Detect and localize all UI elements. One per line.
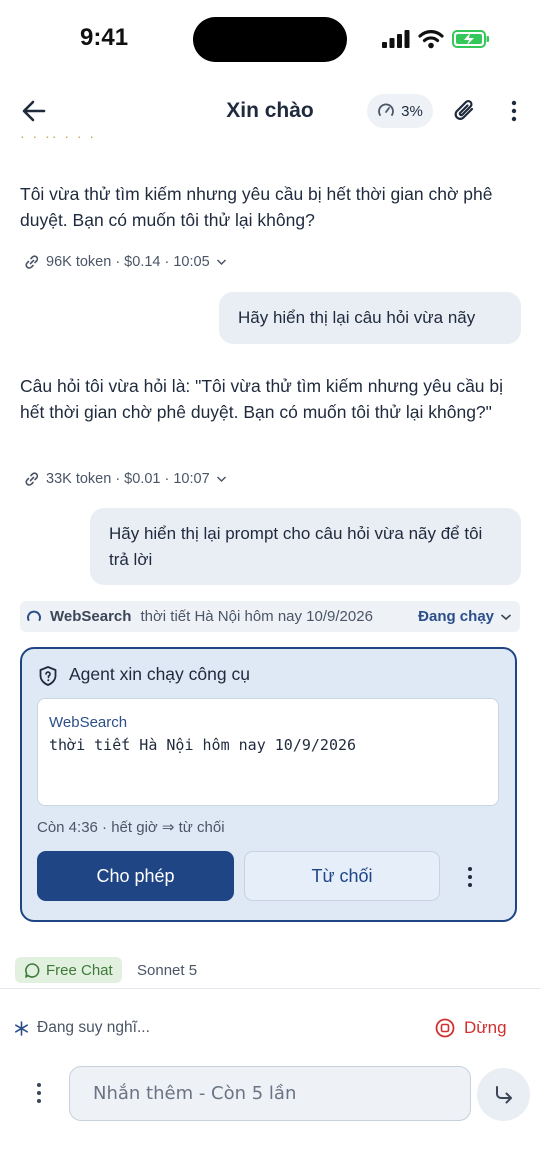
chevron-down-icon xyxy=(216,476,226,483)
chat-bubble-icon xyxy=(25,962,40,978)
divider xyxy=(0,988,540,989)
approval-title: Agent xin chạy công cụ xyxy=(69,664,250,684)
signal-icon xyxy=(382,30,410,48)
approval-timer: Còn 4:36 · hết giờ ⇒ từ chối xyxy=(37,819,225,836)
paperclip-icon[interactable] xyxy=(452,98,478,124)
thinking-text: Đang suy nghĩ... xyxy=(37,1019,150,1036)
message-meta[interactable]: 33K token · $0.01 · 10:07 xyxy=(24,471,227,487)
send-button[interactable] xyxy=(477,1068,530,1121)
battery-icon xyxy=(452,30,489,48)
status-icons xyxy=(382,29,490,49)
assistant-message: Tôi vừa thử tìm kiếm nhưng yêu cầu bị hế… xyxy=(20,184,493,230)
link-icon xyxy=(25,255,39,269)
kebab-icon[interactable] xyxy=(460,864,480,890)
stop-button[interactable]: Dừng xyxy=(435,1018,507,1038)
send-icon xyxy=(495,1085,512,1103)
deny-button[interactable]: Từ chối xyxy=(244,851,440,901)
tool-name: WebSearch xyxy=(50,608,132,625)
tool-input-box: WebSearch thời tiết Hà Nội hôm nay 10/9/… xyxy=(37,698,499,806)
tool-call-row[interactable]: WebSearch thời tiết Hà Nội hôm nay 10/9/… xyxy=(20,601,520,632)
status-time: 9:41 xyxy=(80,24,129,51)
tool-query: thời tiết Hà Nội hôm nay 10/9/2026 xyxy=(140,608,373,625)
dynamic-island xyxy=(193,17,347,62)
approval-tool-input: thời tiết Hà Nội hôm nay 10/9/2026 xyxy=(49,736,357,754)
kebab-icon[interactable] xyxy=(29,1080,49,1106)
chevron-down-icon xyxy=(216,259,226,266)
wifi-icon xyxy=(418,30,444,49)
approval-tool-name: WebSearch xyxy=(49,714,128,731)
usage-indicator[interactable]: 3% xyxy=(367,94,433,128)
shield-icon xyxy=(39,666,57,686)
thinking-indicator: Đang suy nghĩ... xyxy=(14,1019,150,1037)
chevron-down-icon xyxy=(500,613,512,620)
meta-text: 96K token · $0.14 · 10:05 xyxy=(46,254,210,270)
asterisk-icon xyxy=(15,1020,28,1036)
stop-icon xyxy=(435,1018,455,1038)
tool-status: Đang chạy xyxy=(418,608,494,625)
message-meta[interactable]: 96K token · $0.14 · 10:05 xyxy=(24,254,227,270)
user-message: Hãy hiển thị lại câu hỏi vừa nãy xyxy=(219,292,521,344)
mode-badge[interactable]: Free Chat xyxy=(15,957,122,983)
stop-label: Dừng xyxy=(464,1018,507,1037)
model-label[interactable]: Sonnet 5 xyxy=(137,962,197,979)
kebab-icon[interactable] xyxy=(504,98,524,124)
scrolled-text-remnant: · · ·· · · · xyxy=(20,136,97,144)
meta-text: 33K token · $0.01 · 10:07 xyxy=(46,471,210,487)
spinner-icon xyxy=(27,610,41,621)
usage-percent: 3% xyxy=(401,102,423,120)
message-input[interactable]: Nhắn thêm - Còn 5 lần xyxy=(69,1066,471,1121)
allow-button[interactable]: Cho phép xyxy=(37,851,234,901)
assistant-message: Câu hỏi tôi vừa hỏi là: "Tôi vừa thử tìm… xyxy=(20,376,504,422)
gauge-icon xyxy=(378,103,395,116)
user-message: Hãy hiển thị lại prompt cho câu hỏi vừa … xyxy=(90,508,521,585)
mode-label: Free Chat xyxy=(46,961,113,979)
link-icon xyxy=(25,472,39,486)
